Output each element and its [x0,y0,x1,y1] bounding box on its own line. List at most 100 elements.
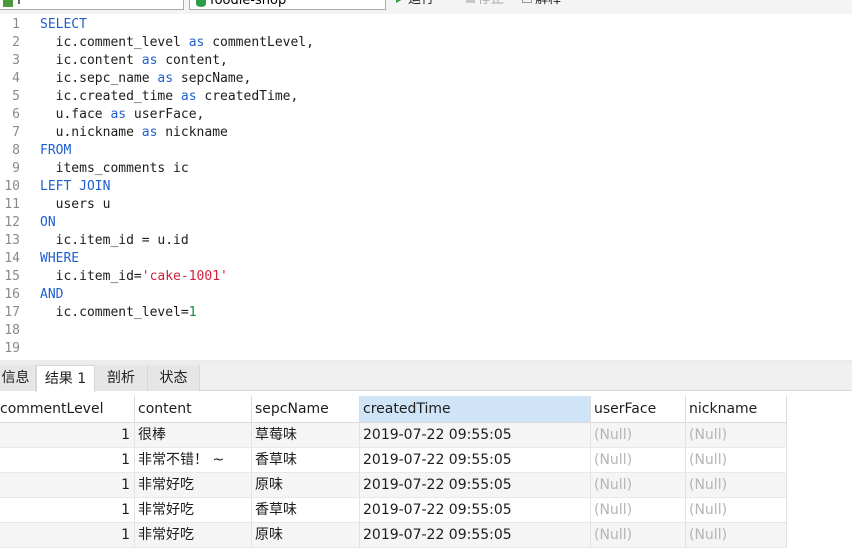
column-header-userface[interactable]: userFace [591,396,686,423]
column-header-commentlevel[interactable]: commentLevel [0,396,135,423]
table-cell-createdtime[interactable]: 2019-07-22 09:55:05 [360,473,591,498]
code-line[interactable]: 14 WHERE [0,250,852,268]
line-number: 15 [4,269,20,284]
tab-info[interactable]: 信息 [0,365,36,391]
code-line[interactable]: 12 ON [0,214,852,232]
table-cell-nickname[interactable]: (Null) [686,423,787,448]
table-cell-commentlevel[interactable]: 1 [0,498,135,523]
code-line[interactable]: 18 [0,322,852,340]
code-line[interactable]: 15 ic.item_id='cake-1001' [0,268,852,286]
table-row[interactable]: 1 非常不错！ ~ 香草味 2019-07-22 09:55:05 (Null) (Nul… [0,448,787,473]
column-header-nickname[interactable]: nickname [686,396,787,423]
code-token: commentLevel, [204,35,314,50]
code-line[interactable]: 9 items_comments ic [0,160,852,178]
table-cell-sepcname[interactable]: 香草味 [252,498,360,523]
code-token: ic.sepc_name [40,71,158,86]
table-cell-commentlevel[interactable]: 1 [0,423,135,448]
stop-button[interactable]: 停止 [466,0,504,8]
code-token: ON [40,215,56,230]
table-cell-nickname[interactable]: (Null) [686,473,787,498]
code-token: u.nickname [40,125,142,140]
code-line[interactable]: 17 ic.comment_level=1 [0,304,852,322]
line-number: 17 [4,305,20,320]
code-line[interactable]: 8 FROM [0,142,852,160]
run-button[interactable]: 运行 [396,0,434,8]
table-cell-content[interactable]: 非常好吃 [135,473,252,498]
code-line[interactable]: 6 u.face as userFace, [0,106,852,124]
code-line[interactable]: 4 ic.sepc_name as sepcName, [0,70,852,88]
table-cell-createdtime[interactable]: 2019-07-22 09:55:05 [360,498,591,523]
code-text: LEFT JOIN [40,178,110,196]
code-text: ic.item_id = u.id [40,232,189,250]
line-number: 6 [12,107,20,122]
connection-icon [3,0,13,7]
column-header-content[interactable]: content [135,396,252,423]
line-number: 4 [12,71,20,86]
table-row[interactable]: 1 非常好吃 原味 2019-07-22 09:55:05 (Null) (Null) [0,523,787,548]
table-cell-userface[interactable]: (Null) [591,448,686,473]
line-number: 7 [12,125,20,140]
column-header-sepcname[interactable]: sepcName [252,396,360,423]
code-text: u.face as userFace, [40,106,205,124]
table-cell-nickname[interactable]: (Null) [686,498,787,523]
line-number: 10 [4,179,20,194]
code-text: items_comments ic [40,160,189,178]
code-line[interactable]: 10 LEFT JOIN [0,178,852,196]
table-cell-commentlevel[interactable]: 1 [0,448,135,473]
table-cell-commentlevel[interactable]: 1 [0,473,135,498]
table-cell-content[interactable]: 非常好吃 [135,498,252,523]
line-number: 5 [12,89,20,104]
code-token: SELECT [40,17,87,32]
table-cell-userface[interactable]: (Null) [591,473,686,498]
column-header-createdtime[interactable]: createdTime [360,396,591,423]
result-tab-bar: 信息 结果 1 剖析 状态 [0,365,852,392]
tab-status[interactable]: 状态 [148,365,200,391]
table-row[interactable]: 1 非常好吃 香草味 2019-07-22 09:55:05 (Null) (Null) [0,498,787,523]
tab-result-1[interactable]: 结果 1 [36,365,95,392]
table-row[interactable]: 1 非常好吃 原味 2019-07-22 09:55:05 (Null) (Null) [0,473,787,498]
code-line[interactable]: 1 SELECT [0,16,852,34]
code-token: as [141,53,158,68]
line-number: 1 [12,17,20,32]
explain-button[interactable]: 解释 [522,0,561,8]
table-cell-sepcname[interactable]: 原味 [252,473,360,498]
stop-icon [466,0,475,3]
table-cell-nickname[interactable]: (Null) [686,523,787,548]
table-cell-sepcname[interactable]: 原味 [252,523,360,548]
table-cell-nickname[interactable]: (Null) [686,448,787,473]
table-cell-sepcname[interactable]: 香草味 [252,448,360,473]
code-text: SELECT [40,16,87,34]
table-cell-userface[interactable]: (Null) [591,498,686,523]
code-line[interactable]: 13 ic.item_id = u.id [0,232,852,250]
tab-info-label: 信息 [1,370,30,386]
table-cell-userface[interactable]: (Null) [591,423,686,448]
table-cell-commentlevel[interactable]: 1 [0,523,135,548]
line-number: 12 [4,215,20,230]
sql-editor[interactable]: 1 SELECT 2 ic.comment_level as commentLeve… [0,16,852,360]
code-line[interactable]: 16 AND [0,286,852,304]
code-line[interactable]: 11 users u [0,196,852,214]
code-text: ON [40,214,56,232]
explain-icon [522,0,532,3]
connection-select[interactable]: f [0,0,184,10]
code-token: createdTime, [196,89,299,104]
table-cell-userface[interactable]: (Null) [591,523,686,548]
table-cell-content[interactable]: 非常好吃 [135,523,252,548]
code-token: users u [40,197,111,212]
code-token: as [188,35,205,50]
database-select[interactable]: foodie-shop [189,0,386,10]
table-cell-sepcname[interactable]: 草莓味 [252,423,360,448]
code-line[interactable]: 2 ic.comment_level as commentLevel, [0,34,852,52]
table-row[interactable]: 1 很棒 草莓味 2019-07-22 09:55:05 (Null) (Null) [0,423,787,448]
table-cell-createdtime[interactable]: 2019-07-22 09:55:05 [360,523,591,548]
table-cell-content[interactable]: 很棒 [135,423,252,448]
code-line[interactable]: 3 ic.content as content, [0,52,852,70]
tab-profile[interactable]: 剖析 [95,365,148,391]
table-cell-createdtime[interactable]: 2019-07-22 09:55:05 [360,423,591,448]
table-cell-createdtime[interactable]: 2019-07-22 09:55:05 [360,448,591,473]
code-token: u.face [40,107,111,122]
code-line[interactable]: 19 [0,340,852,358]
table-cell-content[interactable]: 非常不错！ ~ [135,448,252,473]
code-line[interactable]: 5 ic.created_time as createdTime, [0,88,852,106]
code-line[interactable]: 7 u.nickname as nickname [0,124,852,142]
